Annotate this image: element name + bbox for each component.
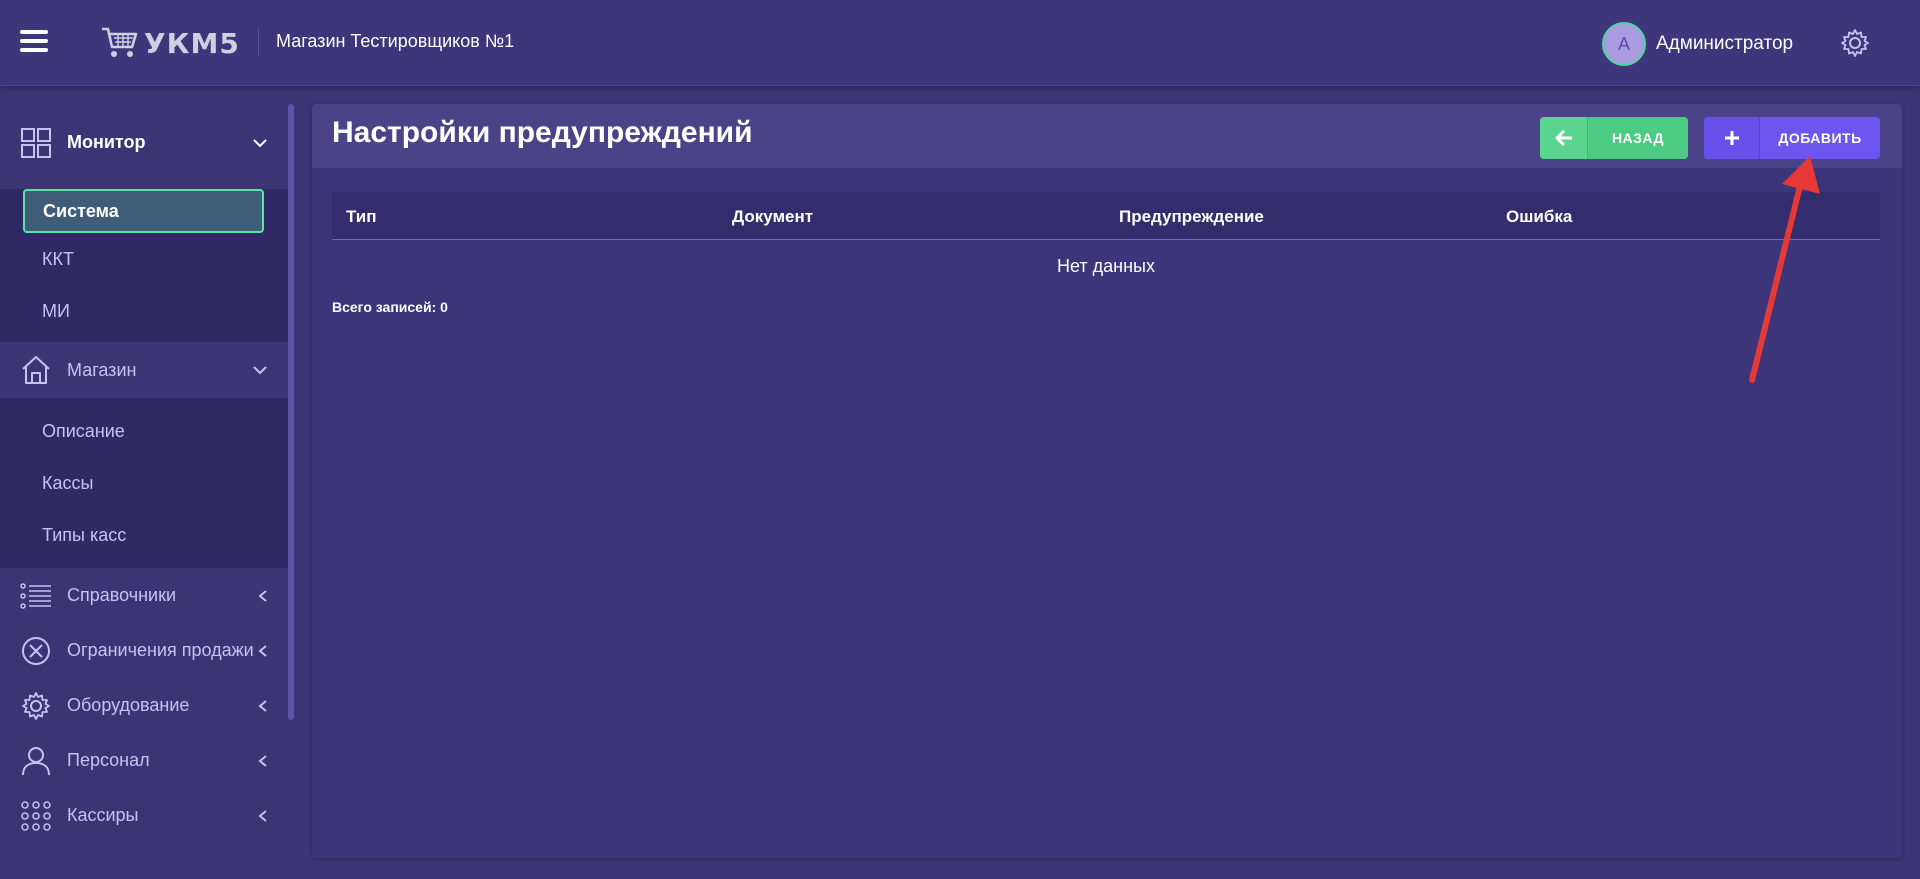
sidebar-section-label: Магазин <box>67 359 137 380</box>
total-records: Всего записей: 0 <box>332 299 448 315</box>
list-icon <box>20 582 51 609</box>
add-button[interactable]: ДОБАВИТЬ <box>1704 117 1880 159</box>
grid-dots-icon <box>21 800 51 831</box>
sidebar-section-label: Монитор <box>67 132 146 152</box>
gear-icon <box>22 691 50 720</box>
plus-icon <box>1704 117 1760 159</box>
chevron-left-icon <box>258 589 267 602</box>
back-button-label: НАЗАД <box>1611 130 1665 146</box>
column-header-warning[interactable]: Предупреждение <box>1119 207 1264 227</box>
sidebar-item-mi[interactable]: МИ <box>0 285 288 337</box>
sidebar-item-register-types[interactable]: Типы касс <box>0 509 288 561</box>
menu-icon[interactable] <box>20 30 48 54</box>
sidebar-item-system[interactable]: Система <box>23 189 264 233</box>
chevron-left-icon <box>258 809 267 822</box>
sidebar-section-cashiers[interactable]: Кассиры <box>0 788 288 843</box>
back-button[interactable]: НАЗАД <box>1540 117 1688 159</box>
arrow-left-icon <box>1540 117 1588 159</box>
column-header-type[interactable]: Тип <box>346 207 376 227</box>
add-button-label: ДОБАВИТЬ <box>1778 130 1862 146</box>
user-name[interactable]: Администратор <box>1656 33 1793 55</box>
chevron-left-icon <box>258 699 267 712</box>
logo-text: УКМ5 <box>144 26 240 60</box>
table-header: Тип Документ Предупреждение Ошибка <box>332 192 1880 240</box>
sidebar-item-description[interactable]: Описание <box>0 405 288 457</box>
column-header-document[interactable]: Документ <box>732 207 813 227</box>
cart-icon <box>102 27 138 57</box>
chevron-left-icon <box>258 754 267 767</box>
sidebar-section-label: Ограничения продажи <box>67 640 254 660</box>
sidebar-section-equipment[interactable]: Оборудование <box>0 678 288 733</box>
chevron-down-icon <box>253 366 267 375</box>
sidebar-section-label: Кассиры <box>67 805 139 825</box>
empty-table-message: Нет данных <box>1057 256 1155 276</box>
circle-x-icon <box>22 636 50 665</box>
header-divider <box>258 28 259 56</box>
sidebar-section-directories[interactable]: Справочники <box>0 568 288 623</box>
chevron-down-icon <box>253 138 267 147</box>
column-header-error[interactable]: Ошибка <box>1506 207 1572 227</box>
person-icon <box>22 746 50 775</box>
content-panel: Настройки предупреждений НАЗАД ДОБАВИТЬ … <box>312 104 1902 858</box>
avatar[interactable]: А <box>1602 22 1646 66</box>
sidebar: Монитор Система ККТ МИ Магазин Описание … <box>0 104 288 879</box>
sidebar-section-staff[interactable]: Персонал <box>0 733 288 788</box>
sidebar-item-kkt[interactable]: ККТ <box>0 233 288 285</box>
sidebar-section-store[interactable]: Магазин <box>0 342 288 398</box>
sidebar-scrollbar[interactable] <box>288 104 294 720</box>
sidebar-submenu-monitor: Система ККТ МИ <box>0 189 288 342</box>
app-logo[interactable]: УКМ5 <box>100 24 240 62</box>
sidebar-section-label: Оборудование <box>67 695 190 715</box>
home-icon <box>22 356 50 384</box>
sidebar-item-registers[interactable]: Кассы <box>0 457 288 509</box>
sidebar-section-label: Справочники <box>67 585 177 605</box>
dashboard-icon <box>21 127 51 158</box>
sidebar-section-sale-restrictions[interactable]: Ограничения продажи <box>0 623 288 678</box>
page-title: Настройки предупреждений <box>332 116 753 149</box>
store-name[interactable]: Магазин Тестировщиков №1 <box>276 31 514 52</box>
settings-gear-icon[interactable] <box>1840 28 1870 58</box>
sidebar-section-label: Персонал <box>67 750 150 770</box>
chevron-left-icon <box>258 644 267 657</box>
panel-header: Настройки предупреждений НАЗАД ДОБАВИТЬ <box>312 104 1902 168</box>
top-bar: УКМ5 Магазин Тестировщиков №1 А Админист… <box>0 0 1920 86</box>
sidebar-section-monitor[interactable]: Монитор <box>0 104 288 181</box>
sidebar-submenu-store: Описание Кассы Типы касс <box>0 398 288 568</box>
